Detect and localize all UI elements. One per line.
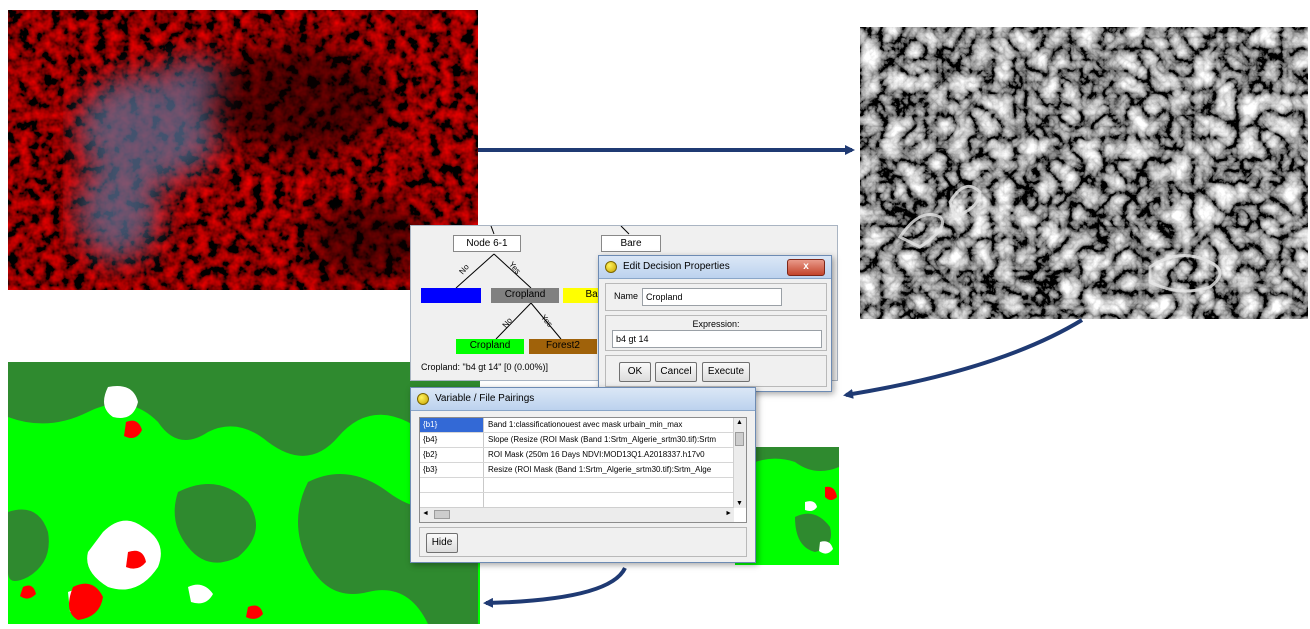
arrow-to-dialog [843, 318, 1084, 399]
dialog-title: Variable / File Pairings [435, 393, 535, 404]
table-row-empty [420, 493, 738, 508]
branch-yes-label-1: Yes [507, 260, 522, 276]
execute-button[interactable]: Execute [702, 362, 750, 382]
expression-group: Expression: b4 gt 14 [605, 315, 827, 351]
envi-globe-icon [605, 261, 617, 273]
edit-decision-properties-dialog: Edit Decision Properties x Name Cropland… [598, 255, 832, 392]
tree-node-6-1[interactable]: Node 6-1 [453, 235, 521, 252]
branch-no-label-1: No [457, 262, 471, 276]
table-row[interactable]: {b2} ROI Mask (250m 16 Days NDVI:MOD13Q1… [420, 448, 738, 463]
scroll-thumb[interactable] [735, 432, 744, 446]
branch-no-label-2: No [501, 316, 515, 330]
tree-node-bare-partial[interactable]: Bar [563, 288, 603, 303]
scroll-left-icon[interactable]: ◄ [422, 510, 429, 517]
table-row[interactable]: {b3} Resize (ROI Mask (Band 1:Srtm_Alger… [420, 463, 738, 478]
close-button[interactable]: x [787, 259, 825, 276]
vertical-scrollbar[interactable]: ▲ ▼ [733, 418, 746, 508]
table-row[interactable]: {b4} Slope (Resize (ROI Mask (Band 1:Srt… [420, 433, 738, 448]
variable-cell: {b1} [420, 418, 484, 432]
table-row[interactable]: {b1} Band 1:classificationouest avec mas… [420, 418, 738, 433]
table-row-empty [420, 478, 738, 493]
expression-label: Expression: [692, 319, 740, 329]
name-label: Name [614, 291, 639, 301]
scroll-up-icon[interactable]: ▲ [736, 419, 743, 426]
cancel-button[interactable]: Cancel [655, 362, 697, 382]
envi-globe-icon [417, 393, 429, 405]
tree-leaf-cropland[interactable]: Cropland [456, 339, 524, 354]
expression-input[interactable]: b4 gt 14 [612, 330, 822, 348]
file-cell: ROI Mask (250m 16 Days NDVI:MOD13Q1.A201… [488, 450, 705, 459]
scroll-down-icon[interactable]: ▼ [736, 500, 743, 507]
name-input[interactable]: Cropland [642, 288, 782, 306]
dialog-button-group: OK Cancel Execute [605, 355, 827, 387]
horizontal-scrollbar[interactable]: ◄ ► [420, 507, 734, 522]
scroll-thumb[interactable] [434, 510, 450, 519]
name-group: Name Cropland [605, 283, 827, 311]
file-cell: Resize (ROI Mask (Band 1:Srtm_Algerie_sr… [488, 465, 712, 474]
dialog-title-bar[interactable]: Variable / File Pairings [411, 388, 755, 411]
tree-leaf-forest2[interactable]: Forest2 [529, 339, 597, 354]
variable-cell: {b4} [420, 433, 484, 447]
variable-file-pairings-dialog: Variable / File Pairings {b1} Band 1:cla… [410, 387, 756, 563]
tree-node-cropland[interactable]: Cropland [491, 288, 559, 303]
ok-button[interactable]: OK [619, 362, 651, 382]
tree-status-text: Cropland: "b4 gt 14" [0 (0.00%)] [421, 362, 548, 372]
tree-node-bare[interactable]: Bare [601, 235, 661, 252]
hide-button[interactable]: Hide [426, 533, 458, 553]
dialog-title-bar[interactable]: Edit Decision Properties x [599, 256, 831, 279]
pairings-table: {b1} Band 1:classificationouest avec mas… [419, 417, 747, 523]
variable-cell: {b2} [420, 448, 484, 462]
arrow-to-result [483, 567, 627, 608]
scroll-right-icon[interactable]: ► [725, 510, 732, 517]
file-cell: Band 1:classificationouest avec mask urb… [488, 420, 683, 429]
tree-node-water[interactable]: Water [421, 288, 481, 303]
file-cell: Slope (Resize (ROI Mask (Band 1:Srtm_Alg… [488, 435, 717, 444]
hide-button-group: Hide [419, 527, 747, 557]
dialog-title: Edit Decision Properties [623, 261, 730, 272]
variable-cell: {b3} [420, 463, 484, 477]
